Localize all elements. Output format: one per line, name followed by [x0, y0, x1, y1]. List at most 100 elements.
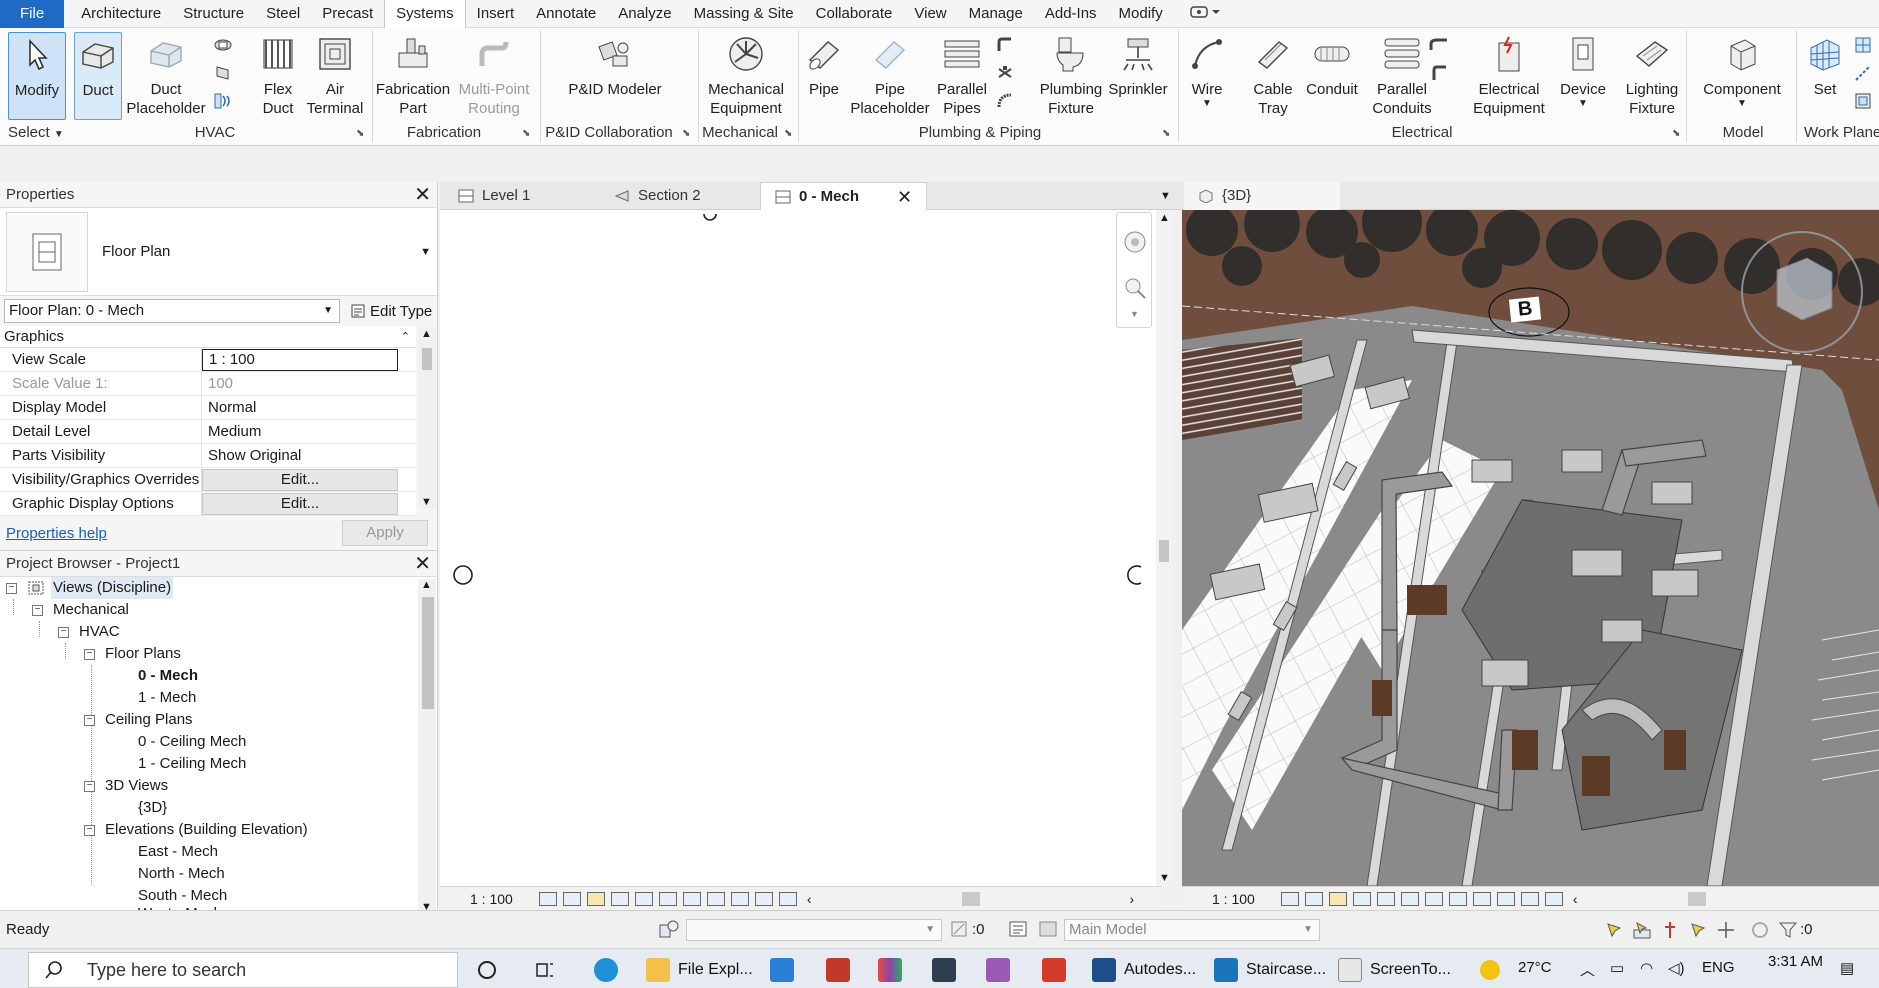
show-crop-region-icon[interactable] [1424, 891, 1443, 906]
cortana-icon[interactable] [476, 953, 498, 987]
taskbar-app-autodesk[interactable]: Autodes... [1092, 953, 1196, 987]
lock-3d-view-icon[interactable] [1448, 891, 1467, 906]
pen-app-icon[interactable] [986, 953, 1010, 987]
plumbing-panel-launcher-icon[interactable]: ⬊ [1162, 128, 1170, 139]
flex-duct-button[interactable]: Flex Duct [254, 32, 302, 120]
detail-level-icon[interactable] [538, 891, 557, 906]
conduit-button[interactable]: Conduit [1302, 32, 1362, 120]
device-dropdown-icon[interactable]: ▼ [1578, 99, 1588, 109]
editable-only-icon[interactable] [950, 920, 968, 942]
multi-point-routing-button[interactable]: Multi-Point Routing [454, 32, 534, 120]
scroll-down-icon[interactable]: ▼ [1159, 872, 1170, 884]
menu-steel[interactable]: Steel [255, 0, 311, 28]
taskbar-app-staircase[interactable]: Staircase... [1214, 953, 1326, 987]
pid-modeler-button[interactable]: P&ID Modeler [560, 32, 670, 120]
unlocked-view-icon[interactable] [682, 891, 701, 906]
collapse-icon[interactable]: − [32, 604, 43, 616]
scrollbar-thumb[interactable] [422, 597, 434, 709]
wire-dropdown-icon[interactable]: ▼ [1202, 99, 1212, 109]
tray-chevron-icon[interactable]: ︿ [1580, 959, 1595, 980]
menu-view[interactable]: View [903, 0, 957, 28]
edge-browser-icon[interactable] [594, 953, 618, 987]
tree-item-1-ceiling-mech[interactable]: 1 - Ceiling Mech [138, 753, 246, 775]
scroll-up-icon[interactable]: ▲ [1159, 212, 1170, 224]
mechanical-panel-launcher-icon[interactable]: ⬊ [784, 128, 792, 139]
hvac-panel-launcher-icon[interactable]: ⬊ [356, 128, 364, 139]
device-button[interactable]: Device ▼ [1556, 32, 1610, 120]
fabrication-panel-launcher-icon[interactable]: ⬊ [522, 128, 530, 139]
task-view-icon[interactable] [534, 953, 556, 987]
menu-file[interactable]: File [0, 0, 65, 28]
taskbar-search-box[interactable]: Type here to search [28, 952, 458, 988]
shadows-icon[interactable] [610, 891, 629, 906]
tab-level-1[interactable]: Level 1 [444, 182, 544, 210]
drag-on-selection-icon[interactable] [1716, 920, 1736, 944]
display-model-field[interactable]: Normal [202, 396, 398, 419]
tree-item-3d[interactable]: {3D} [138, 797, 167, 819]
view-scale-button[interactable]: 1 : 100 [1212, 891, 1255, 907]
crop-view-icon[interactable] [1400, 891, 1419, 906]
project-browser-close-icon[interactable]: ✕ [414, 551, 431, 576]
project-browser-scrollbar[interactable]: ▲ ▼ [418, 579, 436, 913]
scrollbar-thumb[interactable] [1159, 540, 1169, 562]
scroll-up-icon[interactable]: ▲ [421, 328, 432, 340]
sun-path-icon[interactable] [1328, 891, 1347, 906]
component-dropdown-icon[interactable]: ▼ [1737, 99, 1747, 109]
reveal-hidden-icon[interactable] [730, 891, 749, 906]
analytical-model-icon[interactable] [1544, 891, 1563, 906]
tree-item-mechanical[interactable]: − Mechanical [32, 599, 129, 621]
tree-item-floor-plans[interactable]: − Floor Plans [84, 643, 181, 665]
tree-item-views-discipline[interactable]: − Views (Discipline) [6, 577, 174, 599]
reveal-hidden-icon[interactable] [1496, 891, 1515, 906]
select-pinned-icon[interactable] [1660, 920, 1680, 944]
workset-dropdown[interactable]: ▼ [686, 919, 942, 941]
show-workplane-icon[interactable] [1852, 34, 1874, 56]
design-option-dropdown[interactable]: Main Model ▼ [1064, 919, 1320, 941]
view-scale-field[interactable]: 1 : 100 [202, 349, 398, 371]
menu-analyze[interactable]: Analyze [607, 0, 682, 28]
filter-icon[interactable] [1778, 920, 1798, 944]
background-process-icon[interactable] [1750, 920, 1770, 944]
parallel-pipes-button[interactable]: Parallel Pipes [934, 32, 990, 120]
scrollbar-thumb[interactable] [422, 348, 432, 370]
volume-icon[interactable]: ◁) [1668, 959, 1685, 977]
tab-0-mech[interactable]: 0 - Mech ✕ [760, 182, 928, 211]
3d-view-canvas[interactable]: B [1182, 210, 1879, 886]
tab-section-2[interactable]: Section 2 [600, 182, 715, 210]
collapse-icon[interactable]: − [84, 714, 95, 726]
horizontal-scrollbar-thumb[interactable] [1687, 891, 1706, 906]
collapse-icon[interactable]: − [6, 582, 17, 594]
tree-item-0-ceiling-mech[interactable]: 0 - Ceiling Mech [138, 731, 246, 753]
parts-visibility-field[interactable]: Show Original [202, 444, 398, 467]
visual-style-icon[interactable] [562, 891, 581, 906]
menu-insert[interactable]: Insert [466, 0, 526, 28]
tree-item-0-mech[interactable]: 0 - Mech [138, 665, 198, 687]
horizontal-scrollbar-thumb[interactable] [961, 891, 980, 906]
temporary-view-properties-icon[interactable] [1520, 891, 1539, 906]
show-crop-region-icon[interactable] [658, 891, 677, 906]
ref-plane-icon[interactable] [1852, 62, 1874, 84]
graphic-display-edit-button[interactable]: Edit... [202, 493, 398, 515]
visual-style-icon[interactable] [1304, 891, 1323, 906]
select-links-icon[interactable] [1604, 920, 1624, 944]
taskbar-app-screentogif[interactable]: ScreenTo... [1338, 953, 1451, 987]
duct-placeholder-button[interactable]: Duct Placeholder [126, 32, 206, 120]
pipe-placeholder-button[interactable]: Pipe Placeholder [850, 32, 930, 120]
close-tab-icon[interactable]: ✕ [897, 183, 912, 211]
select-underlay-icon[interactable] [1632, 920, 1652, 944]
cable-tray-fitting-icon[interactable] [1428, 34, 1450, 56]
instance-selector[interactable]: Floor Plan: 0 - Mech ▼ [4, 299, 340, 323]
analytical-model-icon[interactable] [778, 891, 797, 906]
plan-vertical-scrollbar[interactable]: ▲ ▼ [1156, 210, 1172, 886]
mail-icon[interactable] [770, 953, 794, 987]
properties-scrollbar[interactable]: ▲ ▼ [418, 328, 436, 508]
design-options-icon[interactable] [1008, 920, 1028, 942]
weather-icon[interactable] [1480, 953, 1500, 987]
temporary-hide-icon[interactable] [706, 891, 725, 906]
sun-path-icon[interactable] [586, 891, 605, 906]
scroll-left-icon[interactable]: ‹ [1573, 891, 1578, 907]
select-panel-label[interactable]: Select ▼ [0, 123, 72, 143]
tab-list-dropdown-icon[interactable]: ▼ [1160, 190, 1171, 202]
mechanical-equipment-button[interactable]: Mechanical Equipment [702, 32, 790, 120]
select-by-face-icon[interactable] [1688, 920, 1708, 944]
